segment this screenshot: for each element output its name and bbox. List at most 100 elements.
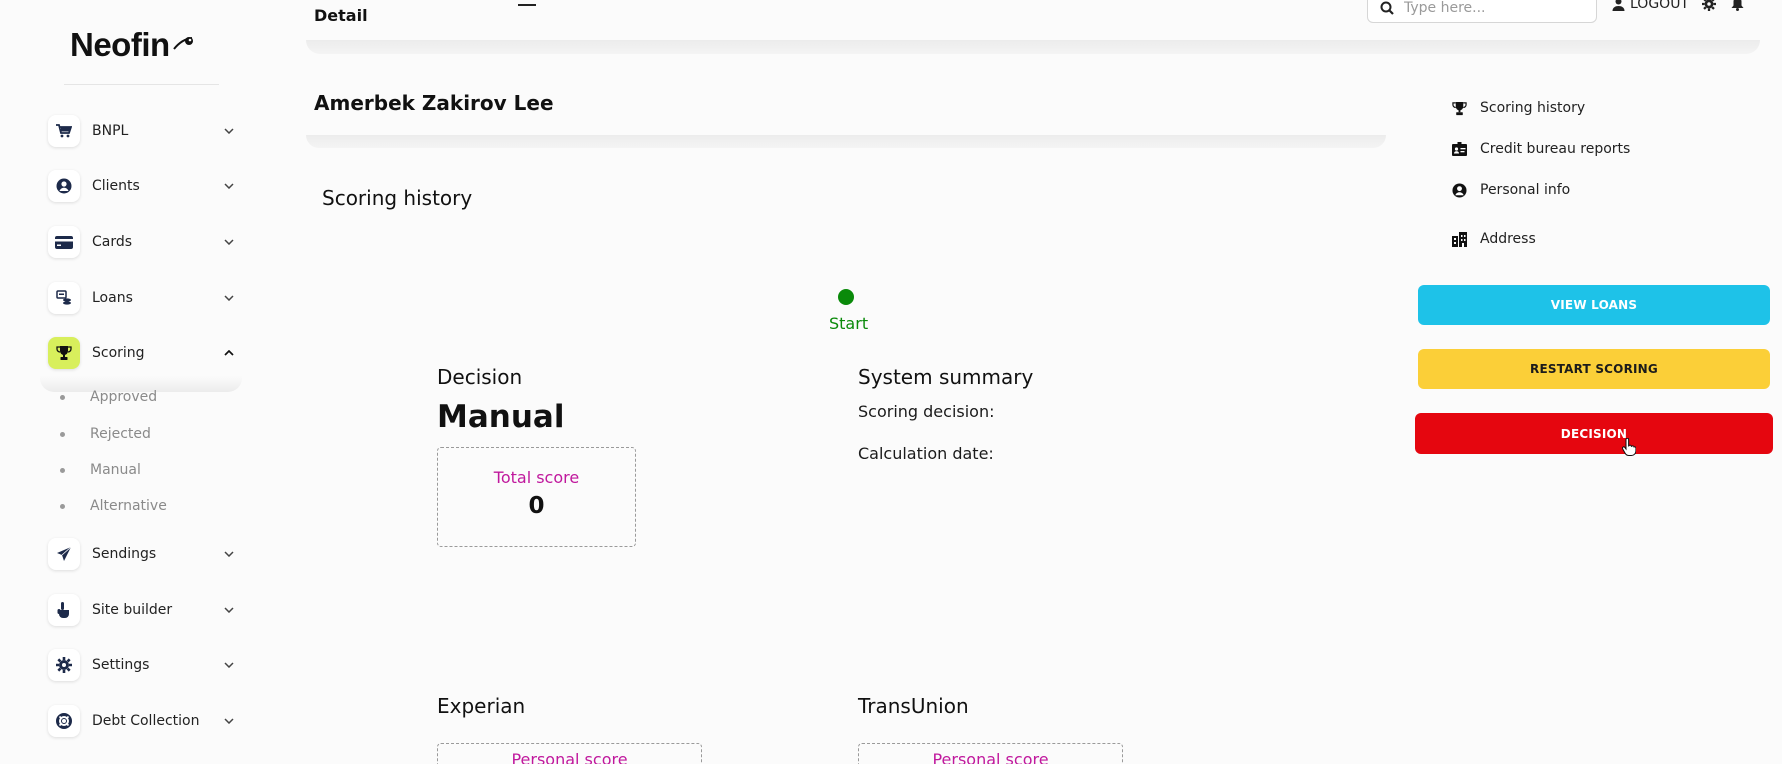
link-address[interactable]: Address (1450, 231, 1536, 247)
sidebar-item-label: Sendings (92, 546, 157, 562)
sidebar-item-label: Cards (92, 234, 133, 250)
personal-score-label: Personal score (932, 750, 1049, 764)
sidebar-item-label: BNPL (92, 123, 129, 139)
link-scoring-history[interactable]: Scoring history (1450, 100, 1585, 116)
user-circle-icon (48, 170, 80, 202)
start-node-dot (838, 289, 854, 305)
sidebar-item-settings[interactable]: Settings (48, 647, 240, 683)
decision-value: Manual (437, 399, 565, 435)
experian-heading: Experian (437, 694, 526, 718)
chevron-down-icon (222, 179, 236, 193)
decision-heading: Decision (437, 365, 523, 389)
submenu-item-rejected[interactable]: Rejected (60, 426, 151, 442)
user-icon (1612, 0, 1625, 11)
logout-button[interactable]: LOGOUT (1612, 0, 1689, 12)
link-credit-bureau-reports[interactable]: Credit bureau reports (1450, 141, 1630, 157)
credit-card-icon (48, 226, 80, 258)
loans-icon (48, 282, 80, 314)
submenu-label: Approved (90, 389, 158, 405)
chevron-down-icon (222, 124, 236, 138)
chevron-down-icon (222, 603, 236, 617)
page: Neofin BNPL Clients Cards Loans Scoring … (0, 0, 1782, 764)
bullet-icon (60, 431, 65, 437)
submenu-item-manual[interactable]: Manual (60, 462, 141, 478)
sidebar-item-label: Site builder (92, 602, 173, 618)
hand-cursor-icon (1622, 438, 1636, 456)
chevron-down-icon (222, 658, 236, 672)
bullet-icon (60, 394, 65, 400)
lifebuoy-icon (48, 705, 80, 737)
brand-name: Neofin (70, 26, 170, 63)
sidebar-item-debt-collection[interactable]: Debt Collection (48, 703, 240, 739)
notification-bell-icon[interactable] (1731, 0, 1744, 11)
submenu-item-approved[interactable]: Approved (60, 389, 157, 405)
system-summary-heading: System summary (858, 365, 1034, 389)
total-score-label: Total score (493, 468, 580, 487)
submenu-label: Rejected (90, 426, 151, 442)
chevron-down-icon (222, 714, 236, 728)
cart-icon (48, 115, 80, 147)
sidebar-item-label: Debt Collection (92, 713, 200, 729)
sidebar-item-label: Clients (92, 178, 140, 194)
topbar-divider (306, 40, 1760, 54)
restart-scoring-button[interactable]: RESTART SCORING (1418, 349, 1770, 389)
sidebar-item-clients[interactable]: Clients (48, 168, 240, 204)
transunion-heading: TransUnion (858, 694, 969, 718)
submenu-label: Alternative (90, 498, 167, 514)
search-icon (1380, 1, 1394, 15)
submenu-item-alternative[interactable]: Alternative (60, 498, 167, 514)
sidebar: Neofin BNPL Clients Cards Loans Scoring … (0, 0, 280, 764)
search-box[interactable] (1367, 0, 1597, 23)
bullet-icon (60, 503, 65, 509)
link-label: Personal info (1480, 182, 1571, 198)
sidebar-item-cards[interactable]: Cards (48, 224, 240, 260)
page-title: Detail (314, 6, 368, 25)
link-label: Address (1480, 231, 1536, 247)
logo-mark-icon (172, 37, 193, 50)
brand-logo[interactable]: Neofin (70, 26, 196, 64)
trophy-icon (1450, 101, 1468, 116)
link-label: Scoring history (1480, 100, 1586, 116)
sidebar-item-loans[interactable]: Loans (48, 280, 240, 316)
hamburger-menu-icon[interactable] (518, 0, 538, 12)
link-label: Credit bureau reports (1480, 141, 1631, 157)
gear-icon (48, 649, 80, 681)
header-divider (306, 135, 1386, 148)
sidebar-item-sendings[interactable]: Sendings (48, 536, 240, 572)
chevron-down-icon (222, 291, 236, 305)
logo-divider (64, 84, 219, 85)
total-score-card: Total score 0 (437, 447, 636, 547)
personal-score-label: Personal score (511, 750, 628, 764)
sidebar-item-bnpl[interactable]: BNPL (48, 113, 240, 149)
chevron-up-icon (222, 346, 236, 360)
sidebar-item-label: Settings (92, 657, 150, 673)
building-icon (1450, 231, 1468, 247)
chevron-down-icon (222, 235, 236, 249)
scoring-decision-label: Scoring decision: (858, 402, 995, 421)
trophy-icon (48, 337, 80, 369)
search-input[interactable] (1404, 0, 1584, 16)
link-personal-info[interactable]: Personal info (1450, 182, 1570, 198)
sidebar-item-scoring[interactable]: Scoring (48, 335, 240, 371)
paper-plane-icon (48, 538, 80, 570)
experian-personal-score-card: Personal score (437, 743, 702, 764)
calculation-date-label: Calculation date: (858, 444, 994, 463)
section-title: Scoring history (322, 186, 473, 210)
sidebar-item-label: Scoring (92, 345, 145, 361)
hand-pointer-icon (48, 594, 80, 626)
user-circle-icon (1450, 182, 1468, 198)
total-score-value: 0 (528, 493, 545, 519)
logout-label: LOGOUT (1630, 0, 1689, 12)
chevron-down-icon (222, 547, 236, 561)
id-card-icon (1450, 142, 1468, 156)
view-loans-button[interactable]: VIEW LOANS (1418, 285, 1770, 325)
transunion-personal-score-card: Personal score (858, 743, 1123, 764)
sidebar-item-site-builder[interactable]: Site builder (48, 592, 240, 628)
bullet-icon (60, 467, 65, 473)
settings-gear-icon[interactable] (1702, 0, 1716, 11)
client-name: Amerbek Zakirov Lee (314, 91, 554, 115)
start-node-label: Start (829, 314, 869, 333)
decision-button[interactable]: DECISION (1415, 413, 1773, 454)
submenu-label: Manual (90, 462, 141, 478)
sidebar-item-label: Loans (92, 290, 133, 306)
